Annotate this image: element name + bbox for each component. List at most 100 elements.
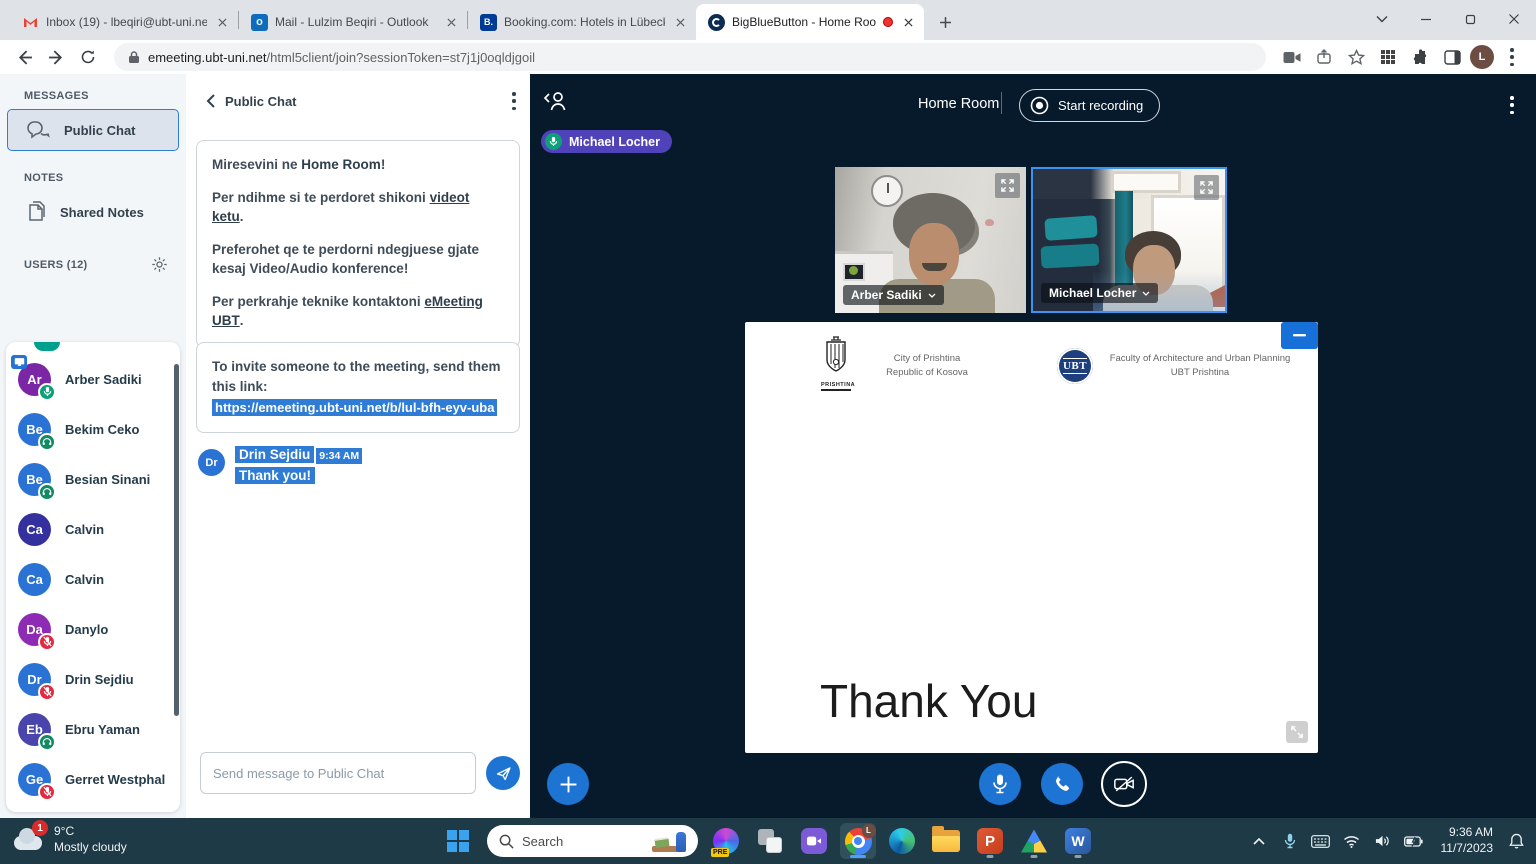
video-tile-michael[interactable]: Michael Locher: [1031, 167, 1227, 313]
weather-widget[interactable]: 1 9°C Mostly cloudy: [12, 822, 127, 856]
tab-camera-in-use-icon[interactable]: [1278, 43, 1306, 71]
fullscreen-button[interactable]: [1194, 175, 1219, 200]
title-separator: [1001, 92, 1002, 114]
sidebar-item-shared-notes[interactable]: Shared Notes: [8, 192, 178, 232]
screen: Inbox (19) - lbeqiri@ubt-uni.net o Mail …: [0, 0, 1536, 864]
message-text: Thank you!: [235, 467, 315, 484]
tray-show-hidden-icons-chevron[interactable]: [1247, 827, 1271, 855]
user-name: Gerret Westphal: [65, 772, 165, 787]
reload-button[interactable]: [74, 43, 102, 71]
browser-menu-kebab-icon[interactable]: [1498, 43, 1526, 71]
user-list-item[interactable]: DrDrin Sejdiu: [6, 654, 180, 704]
butterfly-shape: [985, 219, 994, 226]
send-message-button[interactable]: [486, 756, 520, 790]
user-list-item[interactable]: BeBekim Ceko: [6, 404, 180, 454]
tab-close-icon[interactable]: [214, 14, 230, 30]
user-avatar: Be: [18, 463, 51, 496]
user-list-item[interactable]: ArArber Sadiki: [6, 354, 180, 404]
user-list-item[interactable]: EbEbru Yaman: [6, 704, 180, 754]
taskbar-app-file-explorer[interactable]: [928, 823, 964, 859]
user-list-item[interactable]: CaCalvin: [6, 554, 180, 604]
user-name: Bekim Ceko: [65, 422, 139, 437]
forward-button[interactable]: [42, 43, 70, 71]
sidebar-item-label: Shared Notes: [60, 205, 144, 220]
search-daily-graphic: [650, 827, 692, 855]
taskbar-app-google-drive[interactable]: [1016, 823, 1052, 859]
video-name-label[interactable]: Michael Locher: [1041, 283, 1158, 303]
bookmark-star-icon[interactable]: [1342, 43, 1370, 71]
toggle-user-list-button[interactable]: [543, 90, 569, 117]
minimize-presentation-button[interactable]: [1281, 322, 1318, 349]
mute-microphone-button[interactable]: [979, 763, 1021, 805]
user-avatar: Ar: [18, 363, 51, 396]
expand-presentation-button[interactable]: [1286, 721, 1308, 743]
window-close-button[interactable]: [1492, 0, 1536, 38]
crest-caption: PRISHTINA: [821, 382, 851, 391]
pillow-shape: [1044, 215, 1097, 241]
window-controls: [1360, 0, 1536, 38]
new-tab-button[interactable]: [932, 9, 958, 35]
video-name-label[interactable]: Arber Sadiki: [843, 285, 944, 305]
window-maximize-button[interactable]: [1448, 0, 1492, 38]
tab-search-chevron-icon[interactable]: [1360, 0, 1404, 38]
video-tile-arber[interactable]: Arber Sadiki: [835, 167, 1026, 313]
taskbar-app-chat[interactable]: [796, 823, 832, 859]
address-bar[interactable]: emeeting.ubt-uni.net/html5client/join?se…: [114, 43, 1266, 71]
talking-indicator[interactable]: Michael Locher: [541, 130, 672, 153]
tray-microphone-in-use-icon[interactable]: [1278, 827, 1302, 855]
tab-outlook[interactable]: o Mail - Lulzim Beqiri - Outlook: [239, 4, 467, 40]
taskbar-app-word[interactable]: W: [1060, 823, 1096, 859]
search-placeholder: Search: [522, 834, 642, 849]
fullscreen-button[interactable]: [995, 173, 1020, 198]
taskbar-task-view[interactable]: [752, 823, 788, 859]
sidebar-item-public-chat[interactable]: Public Chat: [8, 110, 178, 150]
chat-options-kebab-icon[interactable]: [512, 92, 516, 110]
taskbar-clock[interactable]: 9:36 AM 11/7/2023: [1441, 825, 1494, 856]
window-minimize-button[interactable]: [1404, 0, 1448, 38]
apple-shape: [849, 266, 858, 275]
tray-wifi-icon[interactable]: [1340, 827, 1364, 855]
user-list-scrollbar[interactable]: [174, 364, 179, 716]
leave-audio-button[interactable]: [1041, 763, 1083, 805]
taskbar-app-chrome[interactable]: L: [840, 823, 876, 859]
taskbar-search[interactable]: Search: [487, 825, 698, 857]
chrome-profile-badge: L: [862, 824, 876, 838]
back-button[interactable]: [10, 43, 38, 71]
user-list-item[interactable]: DaDanylo: [6, 604, 180, 654]
tab-close-icon[interactable]: [900, 14, 916, 30]
tab-booking[interactable]: B. Booking.com: Hotels in Lübeck.: [468, 4, 696, 40]
side-panel-icon[interactable]: [1438, 43, 1466, 71]
tray-battery-icon[interactable]: [1402, 827, 1426, 855]
tab-gmail[interactable]: Inbox (19) - lbeqiri@ubt-uni.net: [10, 4, 238, 40]
tab-title: Inbox (19) - lbeqiri@ubt-uni.net: [46, 15, 207, 29]
tab-close-icon[interactable]: [443, 14, 459, 30]
tab-close-icon[interactable]: [672, 14, 688, 30]
start-recording-button[interactable]: Start recording: [1019, 89, 1160, 122]
taskbar-app-edge[interactable]: [884, 823, 920, 859]
actions-plus-button[interactable]: [547, 763, 589, 805]
tray-volume-icon[interactable]: [1371, 827, 1395, 855]
user-list-item[interactable]: CaCalvin: [6, 504, 180, 554]
browser-profile-avatar[interactable]: L: [1470, 45, 1494, 69]
notifications-bell-icon[interactable]: [1504, 827, 1528, 855]
stage-options-kebab-icon[interactable]: [1510, 96, 1514, 114]
extensions-puzzle-icon[interactable]: [1406, 43, 1434, 71]
apps-grid-icon[interactable]: [1374, 43, 1402, 71]
chat-message-input[interactable]: [200, 752, 476, 794]
user-name: Drin Sejdiu: [65, 672, 134, 687]
tray-touch-keyboard-icon[interactable]: [1309, 827, 1333, 855]
start-button[interactable]: [444, 827, 472, 855]
tab-bigbluebutton-active[interactable]: BigBlueButton - Home Room: [696, 4, 924, 40]
presentation-slide[interactable]: PRISHTINA City of Prishtina Republic of …: [745, 322, 1318, 753]
share-webcam-button[interactable]: [1101, 761, 1147, 807]
invite-link[interactable]: https://emeeting.ubt-uni.net/b/lul-bfh-e…: [212, 399, 497, 416]
user-list-item[interactable]: GuGuri Berisha: [6, 804, 180, 812]
taskbar-app-powerpoint[interactable]: P: [972, 823, 1008, 859]
slide-right-org: Faculty of Architecture and Urban Planni…: [1097, 352, 1303, 381]
chat-back-chevron-icon[interactable]: [206, 94, 215, 108]
taskbar-app-premiere[interactable]: PRE: [708, 823, 744, 859]
manage-users-gear-icon[interactable]: [151, 256, 168, 273]
share-icon[interactable]: [1310, 43, 1338, 71]
user-list-item[interactable]: BeBesian Sinani: [6, 454, 180, 504]
user-list-item[interactable]: GeGerret Westphal: [6, 754, 180, 804]
